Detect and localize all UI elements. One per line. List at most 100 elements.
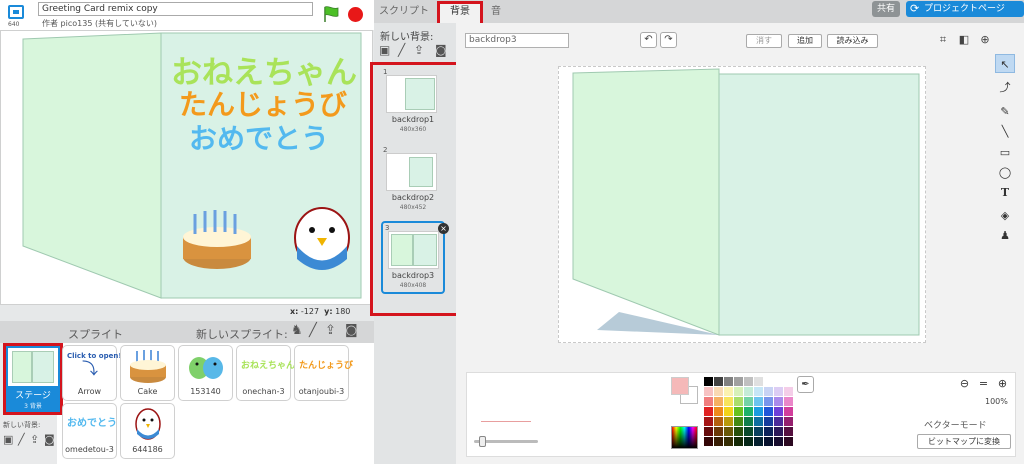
color-swatch[interactable] bbox=[734, 437, 743, 446]
color-swatch[interactable] bbox=[724, 377, 733, 386]
color-swatch[interactable] bbox=[764, 417, 773, 426]
tab-sounds[interactable]: 音 bbox=[483, 1, 509, 23]
add-button[interactable]: 追加 bbox=[788, 34, 822, 48]
redo-button[interactable]: ↷ bbox=[660, 32, 677, 48]
stamp-tool-icon[interactable]: ♟ bbox=[995, 226, 1015, 245]
crop-icon[interactable]: ⌗ bbox=[935, 32, 951, 48]
color-swatch[interactable] bbox=[784, 437, 793, 446]
stage-size-button[interactable]: 640 bbox=[3, 2, 31, 28]
backdrop-library-icon[interactable]: ▣ bbox=[379, 43, 390, 57]
fill-tool-icon[interactable]: ◈ bbox=[995, 206, 1015, 225]
stage-thumbnail[interactable]: ステージ 3 背景 bbox=[3, 343, 63, 415]
color-swatch[interactable] bbox=[714, 407, 723, 416]
color-swatch[interactable] bbox=[764, 427, 773, 436]
color-swatch[interactable] bbox=[744, 387, 753, 396]
color-swatch[interactable] bbox=[784, 387, 793, 396]
color-swatch[interactable] bbox=[754, 407, 763, 416]
color-swatch[interactable] bbox=[774, 397, 783, 406]
text-tool-icon[interactable]: T bbox=[995, 183, 1015, 202]
line-tool-icon[interactable]: ╲ bbox=[995, 122, 1015, 141]
color-swatch[interactable] bbox=[714, 417, 723, 426]
camera-sprite-icon[interactable]: ◙ bbox=[345, 323, 358, 338]
sprite-tile-arrow[interactable]: Click to open! ⤵ Arrow bbox=[62, 345, 122, 401]
sprite-tile-onechan[interactable]: おねえちゃん onechan-3 bbox=[236, 345, 295, 401]
color-swatch[interactable] bbox=[704, 377, 713, 386]
backdrop-name-input[interactable]: backdrop3 bbox=[465, 33, 569, 48]
reshape-tool-icon[interactable]: ⤴ bbox=[995, 78, 1015, 97]
pencil-tool-icon[interactable]: ✎ bbox=[995, 102, 1015, 121]
color-swatch[interactable] bbox=[744, 417, 753, 426]
color-swatch[interactable] bbox=[764, 397, 773, 406]
color-swatch[interactable] bbox=[724, 407, 733, 416]
color-swatch[interactable] bbox=[734, 407, 743, 416]
color-swatch[interactable] bbox=[704, 397, 713, 406]
color-swatch[interactable] bbox=[754, 397, 763, 406]
color-swatch[interactable] bbox=[734, 397, 743, 406]
clear-button[interactable]: 消す bbox=[746, 34, 782, 48]
color-swatch[interactable] bbox=[714, 377, 723, 386]
color-swatch[interactable] bbox=[754, 387, 763, 396]
color-swatch[interactable] bbox=[724, 387, 733, 396]
color-swatch[interactable] bbox=[764, 387, 773, 396]
color-swatch[interactable] bbox=[754, 427, 763, 436]
color-swatch[interactable] bbox=[754, 377, 763, 386]
project-title-input[interactable]: Greeting Card remix copy bbox=[38, 2, 313, 16]
brush-size-knob[interactable] bbox=[479, 436, 486, 447]
sprite-tile-otanjoubi[interactable]: たんじょうび otanjoubi-3 bbox=[294, 345, 353, 401]
backdrop-library-icon[interactable]: ▣ bbox=[3, 433, 13, 446]
color-swatch[interactable] bbox=[724, 427, 733, 436]
color-swatch[interactable] bbox=[744, 397, 753, 406]
zoom-in-icon[interactable]: ⊕ bbox=[995, 377, 1010, 392]
color-swatch[interactable] bbox=[764, 437, 773, 446]
tab-backdrops[interactable]: 背景 bbox=[437, 1, 483, 23]
share-button[interactable]: 共有 bbox=[872, 1, 900, 17]
color-swatch[interactable] bbox=[774, 437, 783, 446]
color-swatch[interactable] bbox=[744, 427, 753, 436]
color-swatch[interactable] bbox=[784, 377, 793, 386]
camera-backdrop-icon[interactable]: ◙ bbox=[44, 433, 55, 446]
stop-icon[interactable] bbox=[348, 7, 363, 22]
color-swatch[interactable] bbox=[714, 437, 723, 446]
color-swatch[interactable] bbox=[704, 427, 713, 436]
color-swatch[interactable] bbox=[724, 397, 733, 406]
color-swatch[interactable] bbox=[784, 427, 793, 436]
camera-backdrop-icon[interactable]: ◙ bbox=[435, 43, 447, 57]
color-swatch[interactable] bbox=[724, 417, 733, 426]
color-swatch[interactable] bbox=[784, 397, 793, 406]
sprite-tile-153140[interactable]: 153140 bbox=[178, 345, 233, 401]
color-swatch[interactable] bbox=[714, 387, 723, 396]
green-flag-icon[interactable] bbox=[322, 5, 340, 23]
upload-backdrop-icon[interactable]: ⇪ bbox=[414, 43, 424, 57]
color-swatch[interactable] bbox=[704, 387, 713, 396]
stage-canvas[interactable]: おねえちゃん たんじょうび おめでとう bbox=[0, 30, 373, 305]
upload-sprite-icon[interactable]: ⇪ bbox=[325, 323, 336, 338]
color-swatch[interactable] bbox=[784, 417, 793, 426]
sprite-tile-cake[interactable]: Cake bbox=[120, 345, 175, 401]
project-page-button[interactable]: ⟳ プロジェクトページ bbox=[906, 1, 1024, 17]
color-swatch[interactable] bbox=[734, 427, 743, 436]
color-swatch-grid[interactable] bbox=[704, 377, 794, 451]
undo-button[interactable]: ↶ bbox=[640, 32, 657, 48]
zoom-out-icon[interactable]: ⊖ bbox=[957, 377, 972, 392]
paint-backdrop-icon[interactable]: ╱ bbox=[18, 433, 25, 446]
sprite-tile-omedetou[interactable]: おめでとう omedetou-3 bbox=[62, 403, 117, 459]
color-spectrum-picker[interactable] bbox=[671, 426, 698, 449]
color-swatch[interactable] bbox=[784, 407, 793, 416]
color-swatch[interactable] bbox=[774, 387, 783, 396]
drawing-canvas[interactable] bbox=[558, 66, 926, 343]
zoom-reset-icon[interactable]: = bbox=[976, 377, 991, 392]
color-swatch[interactable] bbox=[704, 417, 713, 426]
color-swatch[interactable] bbox=[774, 427, 783, 436]
set-center-icon[interactable]: ⊕ bbox=[977, 32, 993, 48]
color-swatch[interactable] bbox=[744, 407, 753, 416]
color-swatch[interactable] bbox=[764, 407, 773, 416]
color-swatch[interactable] bbox=[704, 407, 713, 416]
color-swatch[interactable] bbox=[774, 377, 783, 386]
ellipse-tool-icon[interactable]: ◯ bbox=[995, 163, 1015, 182]
paint-backdrop-icon[interactable]: ╱ bbox=[398, 43, 405, 57]
color-swatch[interactable] bbox=[774, 417, 783, 426]
color-swatch[interactable] bbox=[754, 417, 763, 426]
color-swatch[interactable] bbox=[774, 407, 783, 416]
color-swatch[interactable] bbox=[754, 437, 763, 446]
rectangle-tool-icon[interactable]: ▭ bbox=[995, 143, 1015, 162]
